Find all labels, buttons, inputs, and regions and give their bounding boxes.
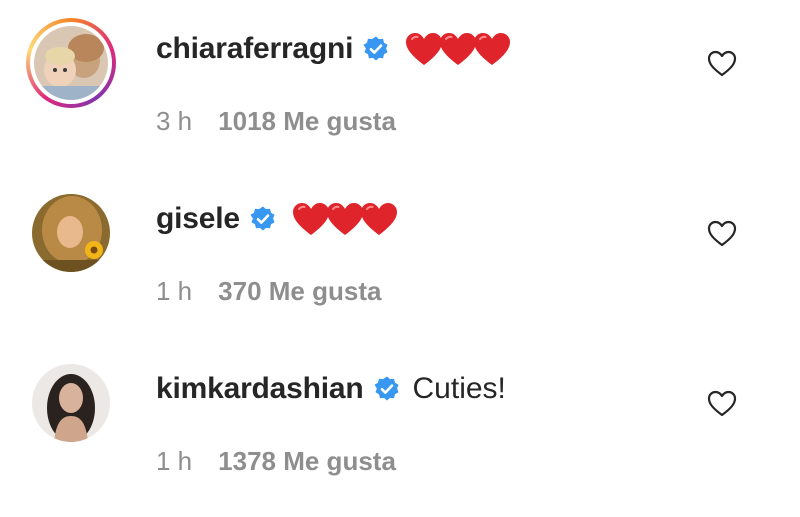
likes-count[interactable]: 1018 Me gusta xyxy=(218,106,396,137)
avatar-wrap[interactable] xyxy=(26,358,116,448)
verified-badge-icon xyxy=(362,35,390,63)
comment-hearts xyxy=(404,31,511,67)
comments-list: chiaraferragni 3 h 1018 Me gusta gisele … xyxy=(0,0,800,517)
avatar xyxy=(32,364,110,442)
like-heart-icon[interactable] xyxy=(706,48,738,80)
comment-text: Cuties! xyxy=(412,372,506,405)
comment-time[interactable]: 1 h xyxy=(156,446,192,477)
verified-badge-icon xyxy=(373,375,401,403)
comment-time[interactable]: 3 h xyxy=(156,106,192,137)
comment-time[interactable]: 1 h xyxy=(156,276,192,307)
verified-badge-icon xyxy=(249,205,277,233)
story-ring xyxy=(26,18,116,108)
red-heart-icon xyxy=(359,201,399,237)
comment-item: chiaraferragni 3 h 1018 Me gusta xyxy=(0,10,800,160)
avatar-wrap[interactable] xyxy=(26,188,116,278)
red-heart-icon xyxy=(472,31,512,67)
like-heart-icon[interactable] xyxy=(706,218,738,250)
avatar xyxy=(32,194,110,272)
avatar xyxy=(34,26,108,100)
comment-item: kimkardashian Cuties! 1 h 1378 Me gusta xyxy=(0,350,800,500)
likes-count[interactable]: 1378 Me gusta xyxy=(218,446,396,477)
username[interactable]: chiaraferragni xyxy=(156,32,353,66)
like-heart-icon[interactable] xyxy=(706,388,738,420)
avatar-with-story-ring[interactable] xyxy=(26,18,116,108)
username[interactable]: kimkardashian xyxy=(156,372,364,406)
comment-hearts xyxy=(291,201,397,237)
likes-count[interactable]: 370 Me gusta xyxy=(218,276,381,307)
comment-item: gisele 1 h 370 Me gusta xyxy=(0,180,800,330)
username[interactable]: gisele xyxy=(156,202,240,236)
